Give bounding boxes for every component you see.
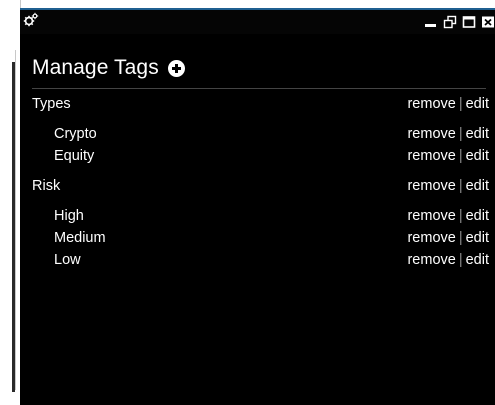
tag-name: High — [54, 208, 84, 224]
window-controls — [419, 14, 495, 30]
tag-name: Crypto — [54, 126, 97, 142]
title-bar[interactable] — [20, 10, 495, 34]
remove-link[interactable]: remove — [407, 126, 455, 142]
add-tag-button[interactable] — [167, 59, 185, 77]
tag-row: Low remove | edit — [32, 249, 489, 271]
row-actions: remove | edit — [407, 249, 489, 271]
edit-link[interactable]: edit — [466, 126, 489, 142]
row-actions: remove | edit — [407, 123, 489, 145]
tag-row: High remove | edit — [32, 205, 489, 227]
tag-name: Equity — [54, 148, 95, 164]
header: Manage Tags — [32, 52, 185, 84]
tag-name: Medium — [54, 230, 106, 246]
action-separator: | — [458, 230, 463, 246]
remove-link[interactable]: remove — [407, 178, 455, 194]
action-separator: | — [458, 252, 463, 268]
row-actions: remove | edit — [407, 175, 489, 197]
remove-link[interactable]: remove — [407, 230, 455, 246]
tag-name: Low — [54, 252, 81, 268]
tag-row: Crypto remove | edit — [32, 123, 489, 145]
row-actions: remove | edit — [407, 205, 489, 227]
edit-link[interactable]: edit — [466, 178, 489, 194]
minimize-icon[interactable] — [424, 15, 438, 29]
tag-row: Medium remove | edit — [32, 227, 489, 249]
remove-link[interactable]: remove — [407, 208, 455, 224]
maximize-icon[interactable] — [462, 15, 476, 29]
action-separator: | — [458, 96, 463, 112]
restore-icon[interactable] — [443, 15, 457, 29]
action-separator: | — [458, 178, 463, 194]
row-actions: remove | edit — [407, 93, 489, 115]
edit-link[interactable]: edit — [466, 208, 489, 224]
edit-link[interactable]: edit — [466, 96, 489, 112]
page-title: Manage Tags — [32, 56, 159, 79]
tag-group-row: Risk remove | edit — [32, 175, 489, 197]
background-panel — [0, 0, 21, 405]
tag-row: Equity remove | edit — [32, 145, 489, 167]
remove-link[interactable]: remove — [407, 96, 455, 112]
tag-list: Types remove | edit Crypto remove | edit Equ… — [32, 93, 489, 271]
edit-link[interactable]: edit — [466, 148, 489, 164]
remove-link[interactable]: remove — [407, 252, 455, 268]
tag-group-row: Types remove | edit — [32, 93, 489, 115]
tag-group-name: Types — [32, 96, 71, 112]
background-panel-edge — [0, 0, 21, 48]
background-panel-scrollbar — [12, 62, 15, 392]
action-separator: | — [458, 148, 463, 164]
row-actions: remove | edit — [407, 145, 489, 167]
action-separator: | — [458, 126, 463, 142]
tag-group-name: Risk — [32, 178, 61, 194]
manage-tags-window: Manage Tags Types remove | edit Crypto rem… — [20, 8, 495, 405]
edit-link[interactable]: edit — [466, 252, 489, 268]
close-icon[interactable] — [481, 15, 495, 29]
action-separator: | — [458, 208, 463, 224]
edit-link[interactable]: edit — [466, 230, 489, 246]
gears-icon — [23, 12, 39, 27]
header-divider — [32, 88, 486, 89]
row-actions: remove | edit — [407, 227, 489, 249]
remove-link[interactable]: remove — [407, 148, 455, 164]
